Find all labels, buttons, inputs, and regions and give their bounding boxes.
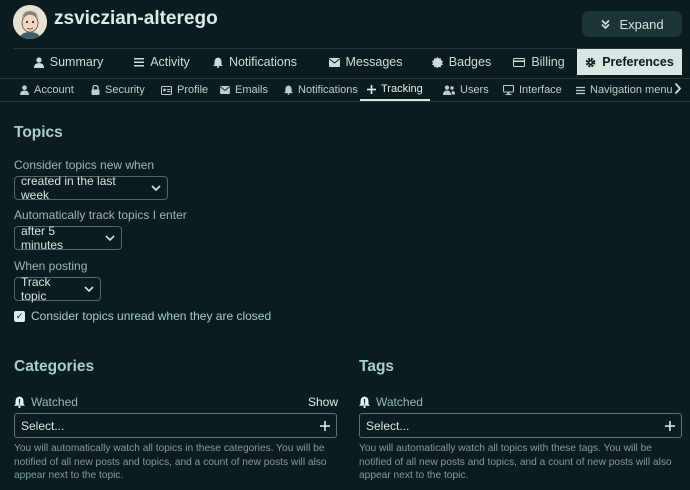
badge-icon — [431, 56, 443, 68]
plus-icon — [367, 84, 376, 94]
when-posting-label: When posting — [14, 259, 88, 273]
new-when-label: Consider topics new when — [14, 158, 155, 172]
tab-preferences[interactable]: Preferences — [577, 49, 682, 75]
subtab-account-label: Account — [34, 84, 74, 96]
bars-icon — [576, 86, 585, 95]
tab-preferences-label: Preferences — [602, 55, 674, 69]
lock-icon — [91, 85, 100, 95]
expand-label: Expand — [619, 16, 664, 32]
new-when-dropdown[interactable]: created in the last week — [14, 174, 168, 202]
tab-summary[interactable]: Summary — [14, 49, 123, 75]
user-header: zsviczian-alterego Expand — [0, 0, 690, 46]
username: zsviczian-alterego — [54, 8, 218, 29]
subtab-users[interactable]: Users — [443, 79, 489, 101]
list-icon — [134, 57, 145, 67]
subtab-interface[interactable]: Interface — [503, 79, 562, 101]
subtab-emails[interactable]: Emails — [220, 79, 268, 101]
envelope-icon — [328, 57, 340, 67]
tab-activity[interactable]: Activity — [123, 49, 201, 75]
subtab-tracking[interactable]: Tracking — [360, 79, 430, 101]
desktop-icon — [503, 85, 514, 95]
user-icon — [33, 56, 44, 68]
tab-messages-label: Messages — [345, 55, 403, 69]
double-chevron-down-icon — [600, 19, 611, 30]
user-preferences-page: zsviczian-alterego Expand Summary Activi… — [0, 0, 690, 490]
categories-heading: Categories — [14, 358, 95, 375]
chevron-down-icon — [151, 184, 161, 192]
tags-watched-label: Watched — [376, 395, 423, 409]
expand-button[interactable]: Expand — [582, 11, 682, 37]
tab-badges[interactable]: Badges — [422, 49, 501, 75]
when-posting-dropdown[interactable]: Track topic — [14, 275, 101, 303]
subtab-security[interactable]: Security — [91, 79, 145, 101]
chevron-down-icon — [105, 234, 115, 242]
subtab-interface-label: Interface — [519, 84, 562, 96]
auto-track-label: Automatically track topics I enter — [14, 208, 187, 222]
envelope-icon — [220, 86, 230, 94]
tab-badges-label: Badges — [448, 55, 492, 69]
user-main-nav: Summary Activity Notifications Messages … — [14, 48, 682, 75]
tab-summary-label: Summary — [49, 55, 104, 69]
gear-icon — [585, 57, 596, 68]
tags-description: You will automatically watch all topics … — [359, 443, 672, 481]
tab-messages[interactable]: Messages — [309, 49, 422, 75]
tab-activity-label: Activity — [150, 55, 190, 69]
subtab-emails-label: Emails — [235, 84, 269, 96]
bell-exclamation-icon — [14, 396, 25, 408]
subtab-account[interactable]: Account — [20, 79, 74, 101]
categories-watched-label-row: Watched — [14, 395, 78, 409]
when-posting-value: Track topic — [21, 275, 51, 303]
users-icon — [443, 85, 455, 95]
categories-show-link[interactable]: Show — [308, 395, 338, 409]
plus-icon — [665, 420, 675, 431]
subtab-tracking-label: Tracking — [381, 83, 423, 95]
subtab-security-label: Security — [105, 84, 145, 96]
bell-icon — [212, 57, 223, 68]
categories-select-placeholder: Select... — [21, 418, 65, 433]
categories-description: You will automatically watch all topics … — [14, 443, 327, 481]
preferences-sub-nav: Account Security Profile Emails Notifica… — [0, 78, 690, 102]
bell-icon — [284, 85, 293, 95]
credit-card-icon — [513, 57, 526, 67]
chevron-down-icon — [84, 285, 94, 293]
subtab-navigation-menu[interactable]: Navigation menu — [576, 79, 673, 101]
bell-exclamation-icon — [359, 396, 370, 408]
id-card-icon — [161, 85, 172, 95]
tags-watched-label-row: Watched — [359, 395, 423, 409]
auto-track-value: after 5 minutes — [21, 224, 64, 252]
chevron-right-icon[interactable] — [674, 82, 682, 95]
subtab-navigation-menu-label: Navigation menu — [590, 84, 673, 96]
unread-closed-option: ✓ Consider topics unread when they are c… — [14, 309, 271, 323]
tab-notifications-label: Notifications — [228, 55, 298, 69]
tags-select[interactable]: Select... — [359, 413, 682, 438]
unread-closed-label: Consider topics unread when they are clo… — [31, 309, 272, 323]
unread-closed-checkbox[interactable]: ✓ — [14, 310, 25, 322]
avatar[interactable] — [13, 5, 47, 39]
subtab-notifications[interactable]: Notifications — [284, 79, 358, 101]
subtab-profile-label: Profile — [177, 84, 209, 96]
subtab-users-label: Users — [460, 84, 489, 96]
plus-icon — [320, 420, 330, 431]
new-when-value: created in the last week — [21, 174, 116, 202]
categories-select[interactable]: Select... — [14, 413, 337, 438]
tags-select-placeholder: Select... — [366, 418, 410, 433]
user-icon — [20, 85, 29, 95]
auto-track-dropdown[interactable]: after 5 minutes — [14, 224, 122, 252]
tab-notifications[interactable]: Notifications — [201, 49, 309, 75]
subtab-notifications-label: Notifications — [298, 84, 358, 96]
subtab-profile[interactable]: Profile — [161, 79, 208, 101]
tab-billing-label: Billing — [531, 55, 565, 69]
tags-heading: Tags — [359, 358, 395, 375]
categories-watched-label: Watched — [31, 395, 78, 409]
tab-billing[interactable]: Billing — [501, 49, 577, 75]
topics-heading: Topics — [14, 124, 63, 141]
